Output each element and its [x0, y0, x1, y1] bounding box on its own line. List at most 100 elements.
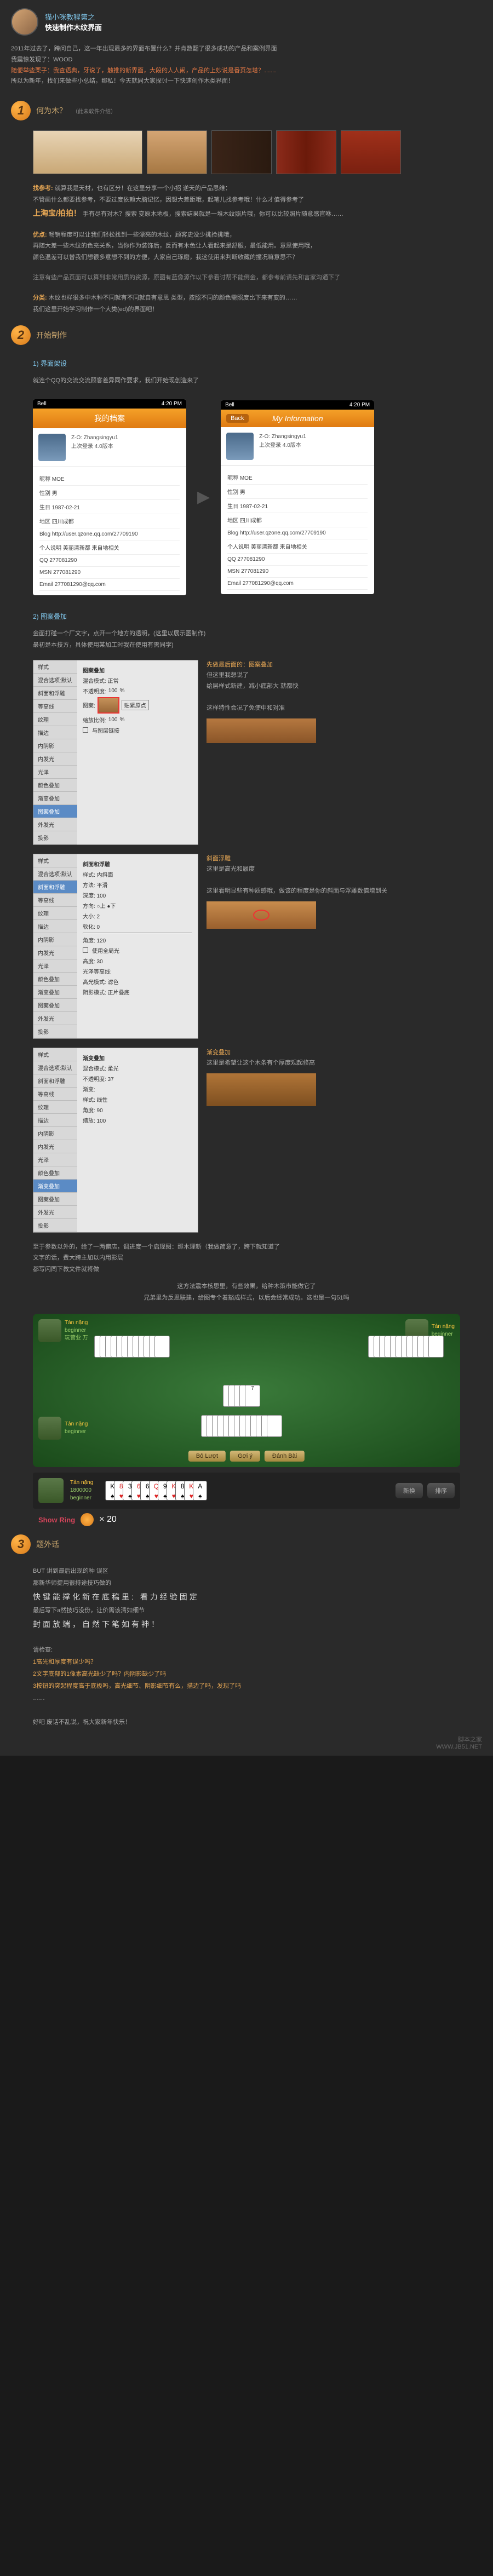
ps-side-item[interactable]: 斜面和浮雕	[33, 881, 77, 894]
back-button[interactable]: Back	[226, 414, 248, 423]
ps-side-item[interactable]: 外发光	[33, 1206, 77, 1219]
ps-side-item[interactable]: 图案叠加	[33, 1193, 77, 1206]
bar-btn-1[interactable]: 新换	[395, 1483, 423, 1498]
ps-side-item[interactable]: 纹理	[33, 1101, 77, 1114]
ps-side-item[interactable]: 等高线	[33, 894, 77, 907]
ps-side-item[interactable]: 混合选项:默认	[33, 674, 77, 687]
bar-btn-2[interactable]: 排序	[427, 1483, 455, 1498]
ps-side-item[interactable]: 样式	[33, 854, 77, 867]
phone-list-1: 昵称 MOE性别 男生日 1987-02-21地区 四川成都Blog http:…	[33, 467, 186, 595]
ps-side-item[interactable]: 投影	[33, 1219, 77, 1232]
ps-sidebar-1: 样式混合选项:默认斜面和浮雕等高线纹理描边内阴影内发光光泽颜色叠加渐变叠加图案叠…	[33, 660, 77, 844]
ps-side-item[interactable]: 内发光	[33, 946, 77, 959]
checkbox[interactable]	[83, 727, 88, 733]
carrier: Bell	[225, 402, 234, 408]
grad-opacity[interactable]: 不透明度: 37	[83, 1074, 192, 1083]
intro-line: 2011年过去了，跨问自己，这一年出现最多的界面布置什么？并肯数翻了很多成功的产…	[11, 44, 482, 55]
bar-card[interactable]: A♠	[193, 1481, 207, 1500]
ps-side-item[interactable]: 图案叠加	[33, 805, 77, 818]
phone-item: QQ 277081290	[39, 555, 180, 567]
desc1-title: 先做最后面的：图案叠加	[207, 660, 460, 671]
ps-side-item[interactable]: 等高线	[33, 1088, 77, 1101]
pattern-swatch[interactable]	[98, 697, 119, 714]
show-ring: Show Ring × 20	[38, 1513, 455, 1526]
ps-side-item[interactable]: 颜色叠加	[33, 973, 77, 986]
ps-side-item[interactable]: 渐变叠加	[33, 1180, 77, 1193]
final-text: BUT 讲到最后出现的种 误区 那新华师提用很持途技巧做的 快键能撑化新在底稿里…	[0, 1560, 493, 1734]
bevel-size[interactable]: 大小: 2	[83, 912, 192, 920]
btn-hint[interactable]: Gợi ý	[230, 1451, 260, 1462]
grad-blend[interactable]: 混合模式: 柔光	[83, 1064, 192, 1072]
ps-side-item[interactable]: 外发光	[33, 1012, 77, 1025]
scale-val[interactable]: 100	[108, 717, 118, 723]
wood-result-3	[207, 1073, 316, 1106]
ps-side-item[interactable]: 外发光	[33, 818, 77, 831]
ps-side-item[interactable]: 光泽	[33, 959, 77, 973]
p2-name: Tản nặng	[432, 1323, 455, 1331]
ps-side-item[interactable]: 等高线	[33, 700, 77, 713]
ps-side-item[interactable]: 纹理	[33, 713, 77, 726]
ps-side-item[interactable]: 颜色叠加	[33, 1166, 77, 1180]
ps-side-item[interactable]: 内发光	[33, 752, 77, 766]
ps-side-item[interactable]: 内阴影	[33, 739, 77, 752]
phone-item: MSN 277081290	[227, 566, 368, 578]
badge-2: 2	[11, 325, 31, 345]
bevel-method[interactable]: 方法: 平滑	[83, 881, 192, 889]
shade-shadow[interactable]: 阴影模式: 正片叠底	[83, 988, 192, 996]
ps-side-item[interactable]: 混合选项:默认	[33, 1061, 77, 1074]
ps-side-item[interactable]: 样式	[33, 660, 77, 674]
ps-side-item[interactable]: 斜面和浮雕	[33, 1074, 77, 1088]
grad-angle[interactable]: 角度: 90	[83, 1106, 192, 1114]
ps-side-item[interactable]: 图案叠加	[33, 999, 77, 1012]
ps-side-item[interactable]: 样式	[33, 1048, 77, 1061]
btn-skip[interactable]: Bỏ Lượt	[188, 1451, 226, 1462]
ps-side-item[interactable]: 渐变叠加	[33, 792, 77, 805]
ps-side-item[interactable]: 光泽	[33, 766, 77, 779]
check-title: 请检查:	[33, 1644, 460, 1656]
phone-list-2: 昵称 MOE性别 男生日 1987-02-21地区 四川成都Blog http:…	[221, 466, 374, 594]
btn-play[interactable]: Đánh Bài	[265, 1451, 305, 1462]
ps-side-item[interactable]: 内阴影	[33, 1127, 77, 1140]
ps-side-item[interactable]: 纹理	[33, 907, 77, 920]
ps-side-item[interactable]: 描边	[33, 920, 77, 933]
phone-item: 个人说明 美丽清新都 来自地相关	[227, 539, 368, 554]
bevel-depth[interactable]: 深度: 100	[83, 891, 192, 899]
ps-side-item[interactable]: 混合选项:默认	[33, 867, 77, 881]
bevel-dir[interactable]: 方向: ○上 ●下	[83, 901, 192, 910]
game-buttons: Bỏ Lượt Gợi ý Đánh Bài	[188, 1451, 305, 1462]
phone-item: 地区 四川成都	[39, 514, 180, 528]
shade-angle[interactable]: 角度: 120	[83, 936, 192, 944]
ps-side-item[interactable]: 描边	[33, 1114, 77, 1127]
opacity-val[interactable]: 100	[108, 688, 118, 694]
grad-grad[interactable]: 渐变:	[83, 1085, 192, 1093]
phone-item: 性别 男	[227, 485, 368, 499]
blend-mode[interactable]: 混合模式: 正常	[83, 676, 119, 685]
shade-alt[interactable]: 高度: 30	[83, 957, 192, 965]
ps-side-item[interactable]: 内阴影	[33, 933, 77, 946]
bevel-soft[interactable]: 软化: 0	[83, 922, 192, 930]
ref-body: 就算我是天材，也有区分！在这里分享一个小招 逆天的产品思维： 不管画什么都要找参…	[33, 185, 304, 203]
checkbox[interactable]	[83, 947, 88, 953]
grad-style[interactable]: 样式: 线性	[83, 1095, 192, 1103]
card	[428, 1336, 444, 1358]
ps-side-item[interactable]: 投影	[33, 831, 77, 844]
bevel-style[interactable]: 样式: 内斜面	[83, 870, 192, 878]
grad-scale[interactable]: 缩放: 100	[83, 1116, 192, 1124]
wood-sample-4	[276, 130, 336, 174]
ps-side-item[interactable]: 斜面和浮雕	[33, 687, 77, 700]
ps-side-item[interactable]: 描边	[33, 726, 77, 739]
user-id: Z-O: Zhangsingyu1	[259, 433, 306, 441]
c2: 2文字底部的1像素高光缺少了吗？内阴影缺少了吗	[33, 1668, 460, 1680]
highlight-circle	[253, 910, 270, 921]
snap-btn[interactable]: 贴紧原点	[122, 700, 149, 710]
ps-side-item[interactable]: 颜色叠加	[33, 779, 77, 792]
shade-gloss[interactable]: 光泽等高线:	[83, 967, 192, 975]
ps-side-item[interactable]: 光泽	[33, 1153, 77, 1166]
ps-side-item[interactable]: 投影	[33, 1025, 77, 1038]
f5: 封面放端，自然下笔如有神！	[33, 1617, 460, 1632]
bar-cards: K♠8♥3♠6♥6♠Q♥9♠K♥8♠K♥A♠	[111, 1481, 207, 1500]
ps-side-item[interactable]: 内发光	[33, 1140, 77, 1153]
scale-label: 缩放比例:	[83, 716, 106, 724]
ps-side-item[interactable]: 渐变叠加	[33, 986, 77, 999]
shade-hi[interactable]: 高光模式: 滤色	[83, 978, 192, 986]
